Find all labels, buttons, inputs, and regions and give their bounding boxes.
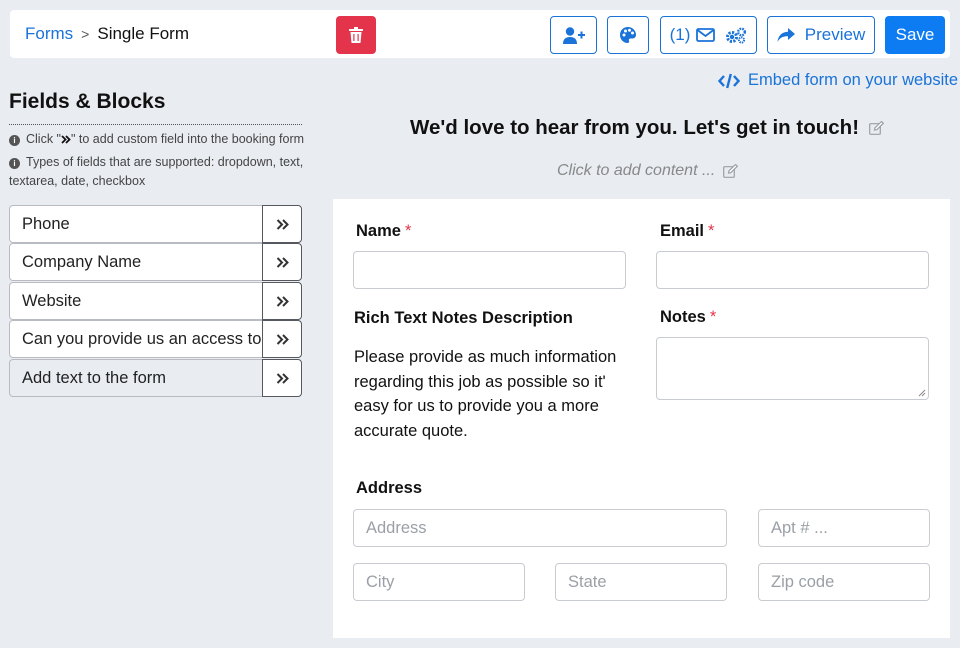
add-field-button[interactable] (262, 205, 302, 243)
hint-add-field-pre: Click " (26, 132, 61, 146)
form-panel: Name * Email * Rich Text Notes Description… (333, 199, 950, 638)
field-label: Website (9, 282, 263, 320)
name-label-text: Name (356, 222, 401, 240)
city-input[interactable]: City (353, 563, 525, 601)
click-to-add-text: Click to add content ... (557, 162, 716, 179)
divider (9, 124, 302, 125)
hint-add-field-post: " to add custom field into the booking f… (71, 132, 305, 146)
required-mark: * (404, 222, 412, 240)
email-label: Email * (660, 222, 714, 241)
breadcrumb-current: Single Form (97, 24, 189, 43)
form-heading-text: We'd love to hear from you. Let's get in… (410, 116, 860, 139)
notes-label: Notes * (660, 308, 716, 327)
email-input[interactable] (656, 251, 929, 289)
apt-input[interactable]: Apt # ... (758, 509, 930, 547)
field-label: Can you provide us an access to t (9, 320, 263, 358)
zip-code-input[interactable]: Zip code (758, 563, 930, 601)
required-mark: * (708, 222, 715, 240)
address-label: Address (356, 479, 423, 497)
add-field-button[interactable] (262, 320, 302, 358)
email-label-text: Email (660, 222, 705, 240)
field-row-add-text: Add text to the form (9, 359, 302, 397)
breadcrumb: Forms > Single Form (25, 24, 189, 44)
field-row-website: Website (9, 282, 302, 320)
theme-button[interactable] (607, 16, 649, 54)
breadcrumb-separator: > (81, 26, 90, 42)
resize-handle-icon[interactable] (918, 389, 926, 397)
preview-label: Preview (804, 25, 866, 44)
breadcrumb-forms-link[interactable]: Forms (25, 24, 73, 43)
save-button[interactable]: Save (885, 16, 945, 54)
info-icon: i (9, 158, 20, 169)
field-label: Company Name (9, 243, 263, 281)
embed-form-link[interactable]: Embed form on your website (718, 71, 958, 90)
name-input[interactable] (353, 251, 626, 289)
rich-text-body: Please provide as much information regar… (354, 348, 617, 440)
email-settings-button[interactable]: (1) (660, 16, 757, 54)
name-label: Name * (356, 222, 411, 241)
top-bar: Forms > Single Form (1) Preview Save (10, 10, 950, 58)
hint-field-types-line2: textarea, date, checkbox (9, 174, 146, 188)
form-heading[interactable]: We'd love to hear from you. Let's get in… (410, 116, 885, 140)
field-label: Phone (9, 205, 263, 243)
trash-icon (349, 27, 363, 43)
field-row-phone: Phone (9, 205, 302, 243)
state-input[interactable]: State (555, 563, 727, 601)
code-icon (718, 73, 740, 88)
double-chevron-right-icon (276, 256, 289, 268)
email-count: (1) (669, 25, 691, 44)
double-chevron-right-icon (276, 295, 289, 307)
rich-text-title: Rich Text Notes Description (354, 309, 573, 327)
hint-field-types-line1: Types of fields that are supported: drop… (26, 155, 304, 169)
delete-button[interactable] (336, 16, 376, 54)
field-row-access: Can you provide us an access to t (9, 320, 302, 358)
click-to-add-content[interactable]: Click to add content ... (557, 162, 739, 180)
edit-icon[interactable] (723, 164, 739, 178)
double-chevron-right-icon (61, 135, 71, 144)
preview-button[interactable]: Preview (767, 16, 875, 54)
double-chevron-right-icon (276, 372, 289, 384)
required-mark: * (709, 308, 717, 326)
notes-textarea[interactable] (656, 337, 929, 400)
add-field-button[interactable] (262, 359, 302, 397)
double-chevron-right-icon (276, 218, 289, 230)
info-icon: i (9, 135, 20, 146)
fields-blocks-title: Fields & Blocks (9, 90, 166, 113)
hint-add-field: i Click " " to add custom field into the b… (9, 130, 304, 149)
notes-label-text: Notes (660, 308, 706, 326)
double-chevron-right-icon (276, 333, 289, 345)
embed-form-label: Embed form on your website (748, 71, 959, 89)
cogs-icon (726, 27, 747, 44)
add-user-button[interactable] (550, 16, 597, 54)
user-plus-icon (562, 26, 585, 44)
add-field-button[interactable] (262, 282, 302, 320)
share-arrow-icon (777, 27, 795, 42)
envelope-icon (696, 28, 716, 42)
hint-field-types: i Types of fields that are supported: dro… (9, 153, 303, 191)
field-row-company-name: Company Name (9, 243, 302, 281)
field-label: Add text to the form (9, 359, 263, 397)
address-input[interactable]: Address (353, 509, 727, 547)
palette-icon (620, 27, 636, 43)
edit-icon[interactable] (869, 121, 885, 135)
add-field-button[interactable] (262, 243, 302, 281)
